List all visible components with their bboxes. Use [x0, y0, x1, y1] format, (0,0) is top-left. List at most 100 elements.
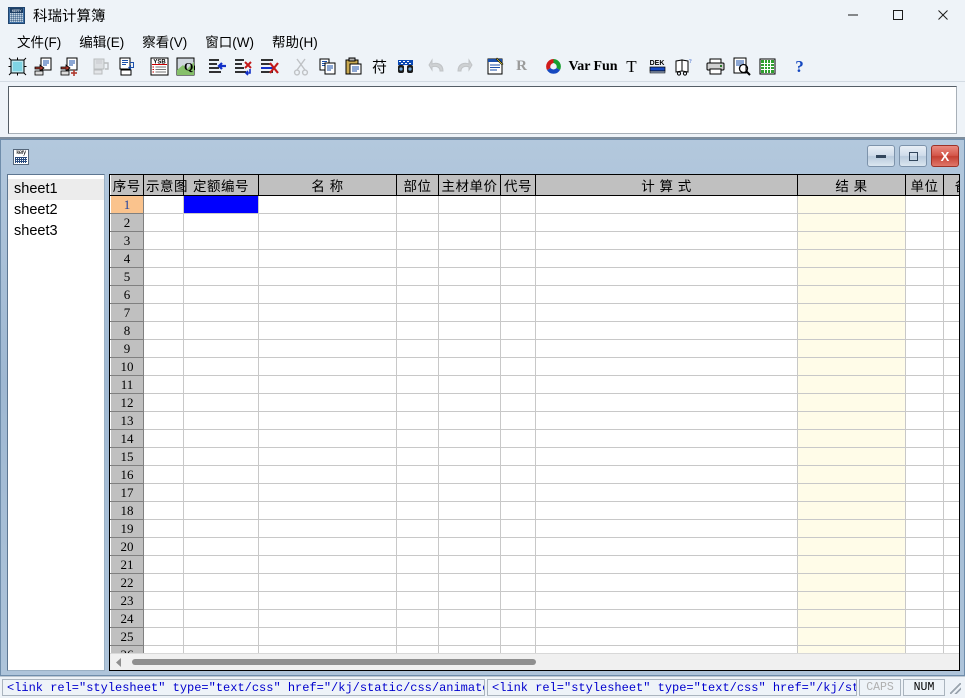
cell-remark[interactable]: [944, 430, 960, 448]
cell-quota[interactable]: [184, 430, 259, 448]
cell-unit[interactable]: [906, 538, 944, 556]
cell-remark[interactable]: [944, 340, 960, 358]
insert-row-icon[interactable]: [205, 55, 230, 79]
table-row[interactable]: 3: [111, 232, 960, 250]
cell-name[interactable]: [259, 412, 397, 430]
cell-formula[interactable]: [536, 610, 798, 628]
cell-remark[interactable]: [944, 610, 960, 628]
cell-unit[interactable]: [906, 250, 944, 268]
cell-code[interactable]: [501, 304, 536, 322]
cell-unit[interactable]: [906, 574, 944, 592]
cell-diagram[interactable]: [144, 448, 184, 466]
cell-unit[interactable]: [906, 646, 944, 654]
column-header-unit[interactable]: 单位: [906, 175, 944, 196]
cell-price[interactable]: [439, 430, 501, 448]
cell-part[interactable]: [397, 430, 439, 448]
row-header[interactable]: 6: [111, 286, 144, 304]
cell-name[interactable]: [259, 466, 397, 484]
cell-remark[interactable]: [944, 466, 960, 484]
cell-price[interactable]: [439, 250, 501, 268]
cell-price[interactable]: [439, 196, 501, 214]
cell-quota[interactable]: [184, 646, 259, 654]
cell-price[interactable]: [439, 592, 501, 610]
cell-part[interactable]: [397, 250, 439, 268]
ysb-sheet-icon[interactable]: YSB: [147, 55, 172, 79]
cell-unit[interactable]: [906, 466, 944, 484]
cell-formula[interactable]: [536, 340, 798, 358]
cell-result[interactable]: [798, 304, 906, 322]
cell-unit[interactable]: [906, 520, 944, 538]
cell-unit[interactable]: [906, 628, 944, 646]
cell-price[interactable]: [439, 448, 501, 466]
row-header[interactable]: 7: [111, 304, 144, 322]
cell-remark[interactable]: [944, 646, 960, 654]
cell-result[interactable]: [798, 430, 906, 448]
cell-name[interactable]: [259, 196, 397, 214]
cell-result[interactable]: [798, 412, 906, 430]
row-header[interactable]: 12: [111, 394, 144, 412]
cell-code[interactable]: [501, 466, 536, 484]
cell-name[interactable]: [259, 538, 397, 556]
cell-code[interactable]: [501, 286, 536, 304]
row-header[interactable]: 20: [111, 538, 144, 556]
table-row[interactable]: 10: [111, 358, 960, 376]
cell-part[interactable]: [397, 646, 439, 654]
column-header-price[interactable]: 主材单价: [439, 175, 501, 196]
cut-icon[interactable]: [289, 55, 314, 79]
column-header-code[interactable]: 代号: [501, 175, 536, 196]
cell-unit[interactable]: [906, 556, 944, 574]
cell-result[interactable]: [798, 232, 906, 250]
cell-unit[interactable]: [906, 304, 944, 322]
cell-name[interactable]: [259, 214, 397, 232]
cell-name[interactable]: [259, 322, 397, 340]
cell-result[interactable]: [798, 358, 906, 376]
cell-quota[interactable]: [184, 394, 259, 412]
cell-part[interactable]: [397, 610, 439, 628]
cell-code[interactable]: [501, 250, 536, 268]
row-header[interactable]: 25: [111, 628, 144, 646]
cell-formula[interactable]: [536, 520, 798, 538]
cell-formula[interactable]: [536, 304, 798, 322]
cell-part[interactable]: [397, 268, 439, 286]
cell-part[interactable]: [397, 322, 439, 340]
cell-formula[interactable]: [536, 232, 798, 250]
cell-formula[interactable]: [536, 322, 798, 340]
menu-item-help[interactable]: 帮助(H): [263, 30, 327, 52]
sheet-item-sheet1[interactable]: sheet1: [8, 179, 104, 200]
cell-price[interactable]: [439, 556, 501, 574]
cell-diagram[interactable]: [144, 484, 184, 502]
cell-name[interactable]: [259, 448, 397, 466]
cell-diagram[interactable]: [144, 340, 184, 358]
cell-name[interactable]: [259, 304, 397, 322]
column-header-remark[interactable]: 备注: [944, 175, 960, 196]
cell-remark[interactable]: [944, 394, 960, 412]
cell-code[interactable]: [501, 556, 536, 574]
row-header[interactable]: 26: [111, 646, 144, 654]
cell-unit[interactable]: [906, 502, 944, 520]
cell-quota[interactable]: [184, 286, 259, 304]
cell-unit[interactable]: [906, 376, 944, 394]
find-icon[interactable]: [393, 55, 418, 79]
cell-diagram[interactable]: [144, 358, 184, 376]
cell-code[interactable]: [501, 358, 536, 376]
cell-price[interactable]: [439, 502, 501, 520]
cell-diagram[interactable]: [144, 412, 184, 430]
cell-name[interactable]: [259, 232, 397, 250]
cell-part[interactable]: [397, 196, 439, 214]
cell-remark[interactable]: [944, 502, 960, 520]
cell-diagram[interactable]: [144, 268, 184, 286]
horizontal-scrollbar[interactable]: [110, 653, 959, 670]
cell-result[interactable]: [798, 196, 906, 214]
table-row[interactable]: 25: [111, 628, 960, 646]
open-document-icon[interactable]: [31, 55, 56, 79]
cell-price[interactable]: [439, 394, 501, 412]
row-header[interactable]: 22: [111, 574, 144, 592]
formula-edit-panel[interactable]: [8, 86, 957, 134]
new-document-icon[interactable]: [5, 55, 30, 79]
cell-price[interactable]: [439, 646, 501, 654]
table-row[interactable]: 12: [111, 394, 960, 412]
mdi-close-button[interactable]: X: [931, 145, 959, 167]
cell-result[interactable]: [798, 574, 906, 592]
cell-result[interactable]: [798, 322, 906, 340]
maximize-button[interactable]: [875, 0, 920, 30]
